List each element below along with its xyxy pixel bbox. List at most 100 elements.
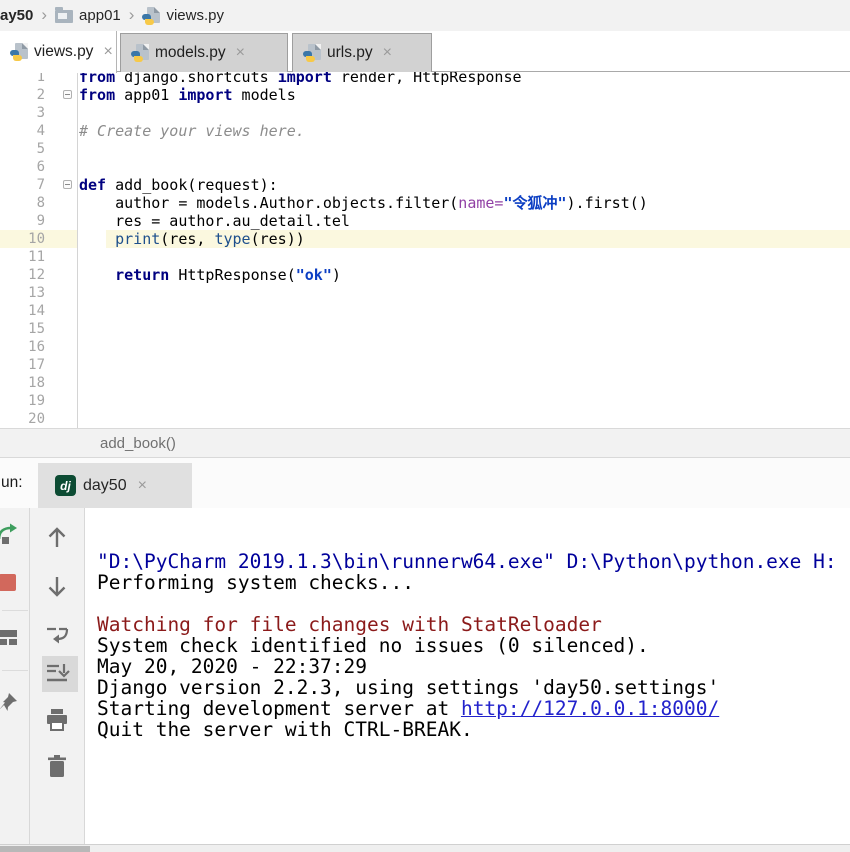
code-text (78, 284, 850, 302)
close-icon[interactable]: × (379, 44, 392, 62)
print-icon[interactable] (43, 706, 71, 734)
code-line[interactable]: 19 (0, 392, 850, 410)
line-number[interactable]: 10 (0, 230, 45, 248)
line-number[interactable]: 20 (0, 410, 45, 428)
code-line[interactable]: 18 (0, 374, 850, 392)
code-text: res = author.au_detail.tel (78, 212, 850, 230)
clear-icon[interactable] (43, 753, 71, 781)
code-line[interactable]: 1from django.shortcuts import render, Ht… (0, 72, 850, 86)
breadcrumb-method[interactable]: add_book() (100, 435, 176, 452)
tab-views-py[interactable]: views.py × (0, 31, 117, 73)
close-icon[interactable]: × (134, 477, 147, 495)
line-number[interactable]: 9 (0, 212, 45, 230)
scroll-to-end-icon[interactable] (43, 660, 71, 688)
code-line[interactable]: 5 (0, 140, 850, 158)
code-line[interactable]: 9 res = author.au_detail.tel (0, 212, 850, 230)
breadcrumb-file[interactable]: views.py (166, 7, 224, 24)
gutter-fold-area (45, 140, 78, 158)
line-number[interactable]: 2 (0, 86, 45, 104)
console-output[interactable]: "D:\PyCharm 2019.1.3\bin\runnerw64.exe" … (86, 508, 850, 844)
line-number[interactable]: 19 (0, 392, 45, 410)
line-number[interactable]: 8 (0, 194, 45, 212)
stop-icon[interactable] (0, 570, 20, 594)
code-line[interactable]: 4# Create your views here. (0, 122, 850, 140)
scrollbar-thumb[interactable] (0, 846, 90, 852)
code-line[interactable]: 13 (0, 284, 850, 302)
code-text: print(res, type(res)) (78, 230, 850, 248)
gutter-fold-area (45, 194, 78, 212)
line-number[interactable]: 18 (0, 374, 45, 392)
line-number[interactable]: 15 (0, 320, 45, 338)
run-tab-day50[interactable]: dj day50 × (38, 463, 192, 508)
pycharm-window: ay50 › app01 › views.py views.py × model… (0, 0, 850, 852)
gutter-fold-area (45, 374, 78, 392)
run-controls-toolbar (0, 508, 30, 844)
python-file-icon (131, 44, 149, 62)
up-icon[interactable] (43, 523, 71, 551)
console-line: Performing system checks... (97, 572, 850, 593)
line-number[interactable]: 5 (0, 140, 45, 158)
rerun-icon[interactable] (0, 522, 20, 546)
code-line[interactable]: 10 print(res, type(res)) (0, 230, 850, 248)
code-line[interactable]: 14 (0, 302, 850, 320)
gutter-fold-area (45, 104, 78, 122)
code-line[interactable]: 2from app01 import models (0, 86, 850, 104)
close-icon[interactable]: × (232, 44, 245, 62)
tab-models-py[interactable]: models.py × (120, 33, 288, 72)
fold-marker-icon[interactable] (63, 180, 72, 189)
code-line[interactable]: 6 (0, 158, 850, 176)
code-line[interactable]: 16 (0, 338, 850, 356)
line-number[interactable]: 7 (0, 176, 45, 194)
close-icon[interactable]: × (99, 43, 112, 61)
code-line[interactable]: 20 (0, 410, 850, 428)
code-text (78, 356, 850, 374)
gutter-fold-area (45, 212, 78, 230)
code-line[interactable]: 17 (0, 356, 850, 374)
code-text (78, 158, 850, 176)
code-line[interactable]: 8 author = models.Author.objects.filter(… (0, 194, 850, 212)
run-tool-window-header: un: dj day50 × (0, 458, 850, 508)
line-number[interactable]: 11 (0, 248, 45, 266)
tab-label: views.py (34, 43, 93, 61)
console-line: Starting development server at http://12… (97, 698, 850, 719)
tab-label: models.py (155, 44, 226, 62)
code-line[interactable]: 3 (0, 104, 850, 122)
line-number[interactable]: 3 (0, 104, 45, 122)
soft-wrap-icon[interactable] (43, 620, 71, 648)
restore-layout-icon[interactable] (0, 625, 20, 649)
down-icon[interactable] (43, 573, 71, 601)
gutter-fold-area (45, 338, 78, 356)
fold-marker-icon[interactable] (63, 90, 72, 99)
console-line: May 20, 2020 - 22:37:29 (97, 656, 850, 677)
code-line[interactable]: 11 (0, 248, 850, 266)
line-number[interactable]: 4 (0, 122, 45, 140)
line-number[interactable]: 17 (0, 356, 45, 374)
code-line[interactable]: 15 (0, 320, 850, 338)
code-text (78, 320, 850, 338)
code-text (78, 104, 850, 122)
line-number[interactable]: 1 (0, 72, 45, 86)
code-line[interactable]: 7def add_book(request): (0, 176, 850, 194)
gutter-fold-area (45, 158, 78, 176)
gutter-fold-area (45, 230, 78, 248)
tab-urls-py[interactable]: urls.py × (292, 33, 432, 72)
line-number[interactable]: 6 (0, 158, 45, 176)
chevron-right-icon: › (127, 6, 137, 25)
tab-label: urls.py (327, 44, 373, 62)
line-number[interactable]: 12 (0, 266, 45, 284)
line-number[interactable]: 13 (0, 284, 45, 302)
run-console-area: "D:\PyCharm 2019.1.3\bin\runnerw64.exe" … (0, 508, 850, 844)
console-controls-toolbar (30, 508, 85, 844)
console-line: Watching for file changes with StatReloa… (97, 614, 850, 635)
gutter-fold-area (45, 392, 78, 410)
code-line[interactable]: 12 return HttpResponse("ok") (0, 266, 850, 284)
breadcrumb-package[interactable]: app01 (79, 7, 121, 24)
code-editor[interactable]: 1from django.shortcuts import render, Ht… (0, 72, 850, 428)
server-url-link[interactable]: http://127.0.0.1:8000/ (461, 697, 719, 720)
breadcrumb-project[interactable]: ay50 (0, 7, 33, 24)
line-number[interactable]: 14 (0, 302, 45, 320)
divider (2, 610, 28, 611)
line-number[interactable]: 16 (0, 338, 45, 356)
pin-icon[interactable] (0, 690, 20, 714)
gutter-fold-area (45, 302, 78, 320)
